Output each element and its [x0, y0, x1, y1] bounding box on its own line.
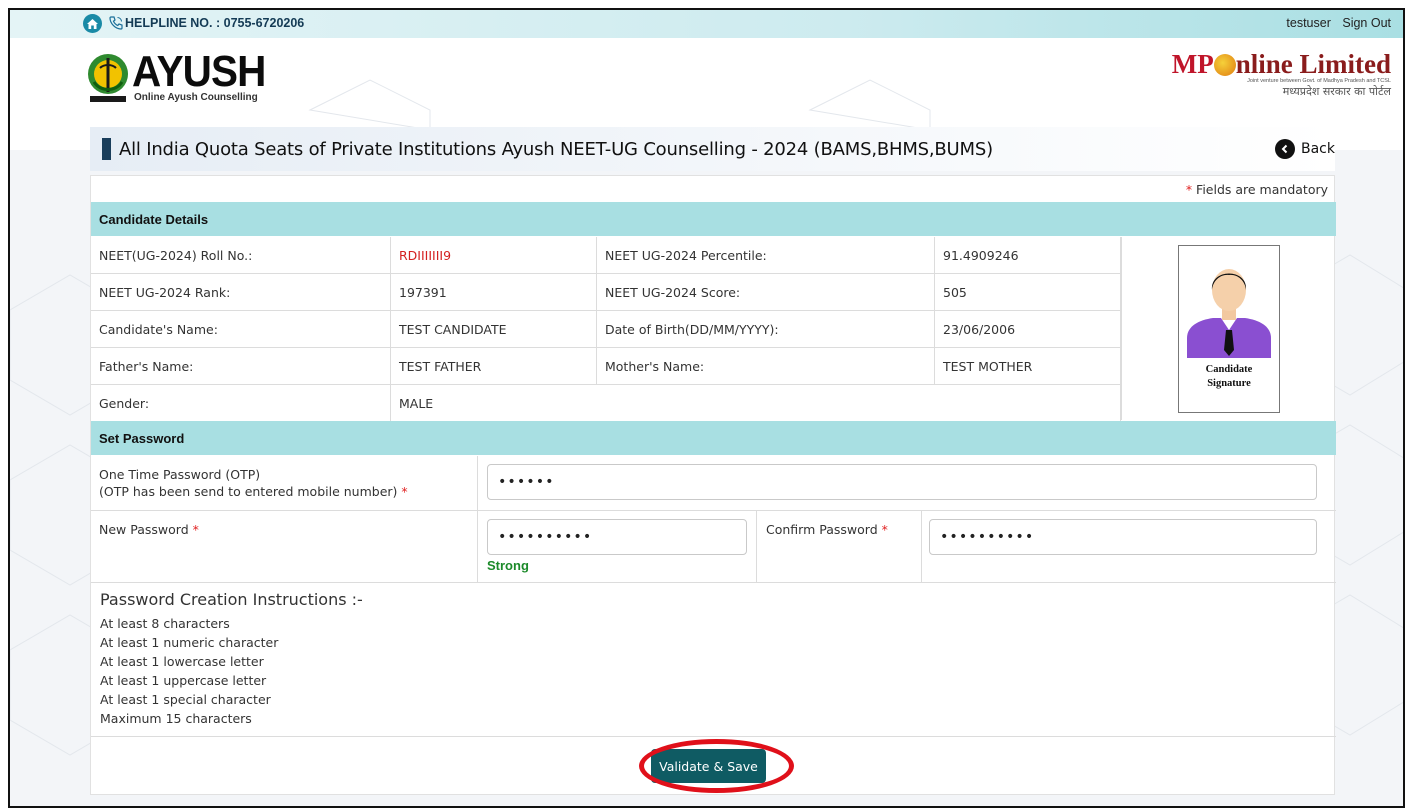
- mponline-hindi-tagline: मध्यप्रदेश सरकार का पोर्टल: [1282, 85, 1391, 98]
- signature-label-line-1: Candidate: [1205, 364, 1253, 375]
- father-name-value: TEST FATHER: [391, 348, 597, 385]
- new-password-label-text: New Password: [99, 522, 189, 537]
- otp-label-line-1: One Time Password (OTP): [99, 467, 261, 482]
- column-divider: [921, 511, 922, 583]
- otp-row: One Time Password (OTP) (OTP has been se…: [91, 456, 1336, 511]
- password-instructions-list: At least 8 characters At least 1 numeric…: [100, 614, 278, 728]
- registration-form-panel: * Fields are mandatory Candidate Details…: [90, 175, 1336, 795]
- table-row: NEET(UG-2024) Roll No.: RDIIIIIII9 NEET …: [91, 237, 1121, 274]
- instruction-item: At least 1 special character: [100, 692, 271, 707]
- candidate-name-label: Candidate's Name:: [91, 311, 391, 348]
- candidate-avatar-icon: [1179, 246, 1279, 358]
- confirm-password-input[interactable]: ••••••••••: [929, 519, 1317, 555]
- dob-label: Date of Birth(DD/MM/YYYY):: [597, 311, 935, 348]
- required-star: *: [192, 522, 199, 537]
- back-label: Back: [1301, 141, 1335, 157]
- percentile-label: NEET UG-2024 Percentile:: [597, 237, 935, 274]
- browser-frame: HELPLINE NO. : 0755-6720206 testuser Sig…: [8, 8, 1405, 808]
- mandatory-note: * Fields are mandatory: [1186, 182, 1328, 197]
- table-row: Gender: MALE: [91, 385, 1121, 422]
- otp-label-line-2: (OTP has been send to entered mobile num…: [99, 483, 408, 500]
- password-row: New Password * •••••••••• Strong Confirm…: [91, 511, 1336, 583]
- required-star: *: [881, 522, 888, 537]
- table-row: NEET UG-2024 Rank: 197391 NEET UG-2024 S…: [91, 274, 1121, 311]
- column-divider: [756, 511, 757, 583]
- column-divider: [477, 511, 478, 583]
- score-value: 505: [935, 274, 1121, 311]
- password-instructions-title: Password Creation Instructions :-: [100, 590, 363, 609]
- percentile-value: 91.4909246: [935, 237, 1121, 274]
- new-password-input[interactable]: ••••••••••: [487, 519, 747, 555]
- mponline-tagline: Joint venture between Govt. of Madhya Pr…: [1247, 78, 1391, 84]
- candidate-photo-cell: Candidate Signature: [1121, 237, 1336, 420]
- password-strength-indicator: Strong: [487, 558, 529, 573]
- otp-label-text: (OTP has been send to entered mobile num…: [99, 484, 398, 499]
- roll-no-value: RDIIIIIII9: [391, 237, 597, 274]
- candidate-photo: Candidate Signature: [1178, 245, 1280, 413]
- sign-out-link[interactable]: Sign Out: [1342, 16, 1391, 30]
- username-link[interactable]: testuser: [1286, 16, 1330, 30]
- top-bar: HELPLINE NO. : 0755-6720206 testuser Sig…: [10, 10, 1403, 38]
- table-row: Father's Name: TEST FATHER Mother's Name…: [91, 348, 1121, 385]
- score-label: NEET UG-2024 Score:: [597, 274, 935, 311]
- set-password-header: Set Password: [91, 421, 1336, 455]
- mp-prefix: MP: [1171, 49, 1214, 79]
- instruction-item: At least 1 lowercase letter: [100, 654, 264, 669]
- back-arrow-icon: [1275, 139, 1295, 159]
- mandatory-text: Fields are mandatory: [1192, 182, 1328, 197]
- table-row: Candidate's Name: TEST CANDIDATE Date of…: [91, 311, 1121, 348]
- mother-name-value: TEST MOTHER: [935, 348, 1121, 385]
- signature-label-line-2: Signature: [1207, 378, 1251, 389]
- helpline-text: HELPLINE NO. : 0755-6720206: [125, 16, 305, 30]
- instruction-item: At least 1 uppercase letter: [100, 673, 267, 688]
- mother-name-label: Mother's Name:: [597, 348, 935, 385]
- father-name-label: Father's Name:: [91, 348, 391, 385]
- gender-label: Gender:: [91, 385, 391, 422]
- mponline-wordmark: MP nline Limited: [1161, 50, 1391, 78]
- ayush-subtitle: Online Ayush Counselling: [134, 92, 258, 103]
- page-title: All India Quota Seats of Private Institu…: [119, 138, 993, 160]
- back-button[interactable]: Back: [1275, 139, 1335, 159]
- required-star: *: [401, 484, 408, 499]
- mp-suffix: nline Limited: [1235, 49, 1391, 79]
- candidate-name-value: TEST CANDIDATE: [391, 311, 597, 348]
- ayush-logo[interactable]: AYUSH Online Ayush Counselling: [86, 48, 286, 108]
- roll-no-label: NEET(UG-2024) Roll No.:: [91, 237, 391, 274]
- candidate-signature: Candidate Signature: [1179, 363, 1279, 391]
- instruction-item: Maximum 15 characters: [100, 711, 252, 726]
- candidate-details-header: Candidate Details: [91, 202, 1336, 236]
- ayush-wordmark: AYUSH: [132, 47, 266, 96]
- dob-value: 23/06/2006: [935, 311, 1121, 348]
- instruction-item: At least 1 numeric character: [100, 635, 279, 650]
- highlight-annotation: [639, 739, 794, 793]
- otp-label: One Time Password (OTP) (OTP has been se…: [99, 466, 408, 500]
- column-divider: [477, 456, 478, 511]
- action-row: Validate & Save: [91, 736, 1336, 794]
- rank-label: NEET UG-2024 Rank:: [91, 274, 391, 311]
- home-icon[interactable]: [83, 14, 102, 33]
- mp-globe-icon: [1213, 54, 1236, 76]
- ayush-emblem-icon: [88, 54, 128, 102]
- instruction-item: At least 8 characters: [100, 616, 230, 631]
- new-password-label: New Password *: [99, 521, 199, 538]
- phone-icon: [109, 16, 123, 30]
- title-marker: [102, 138, 111, 160]
- otp-input[interactable]: ••••••: [487, 464, 1317, 500]
- user-links: testuser Sign Out: [1278, 16, 1391, 30]
- gender-value: MALE: [391, 385, 1121, 422]
- mponline-logo[interactable]: MP nline Limited Joint venture between Go…: [1161, 50, 1391, 100]
- page-title-bar: All India Quota Seats of Private Institu…: [90, 127, 1335, 171]
- confirm-password-label-text: Confirm Password: [766, 522, 878, 537]
- confirm-password-label: Confirm Password *: [766, 521, 888, 538]
- rank-value: 197391: [391, 274, 597, 311]
